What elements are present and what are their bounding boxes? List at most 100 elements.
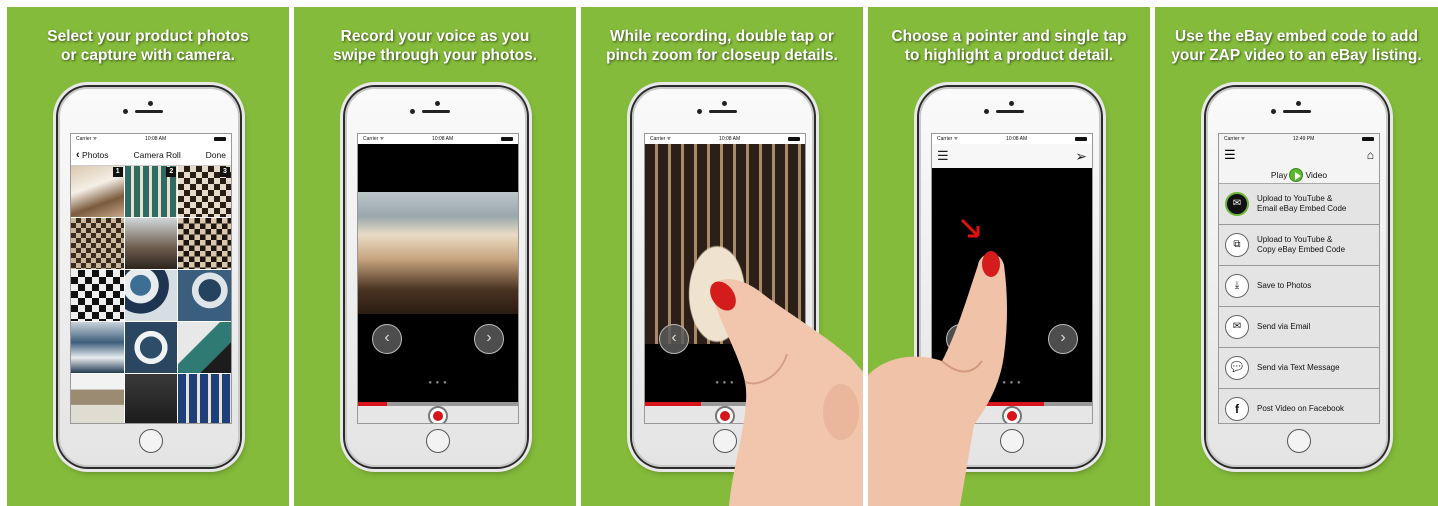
status-time: 10:08 AM (1006, 136, 1028, 142)
speaker-grille (1283, 110, 1311, 113)
caption-line: Choose a pointer and single tap (891, 28, 1127, 45)
menu-item-email-embed[interactable]: ✉ Upload to YouTube & Email eBay Embed Co… (1219, 184, 1379, 225)
video-photo (358, 192, 518, 314)
status-bar: Carrier ᯤ 12:49 PM (1219, 134, 1379, 144)
menu-item-label: Upload to YouTube & Email eBay Embed Code (1257, 194, 1347, 213)
menu-item-label: Save to Photos (1257, 281, 1312, 290)
caption-line: to highlight a product detail. (904, 47, 1114, 64)
menu-item-copy-embed[interactable]: ⧉ Upload to YouTube & Copy eBay Embed Cod… (1219, 225, 1379, 266)
caption-line: pinch zoom for closeup details. (606, 47, 838, 64)
home-button[interactable] (426, 429, 450, 453)
photo-thumbnail[interactable]: 1 (71, 166, 124, 217)
camera-dot (148, 101, 153, 106)
phone-screen: Carrier ᯤ 10:08 AM ‹ Photos Camera Roll … (70, 133, 232, 424)
photo-thumbnail[interactable] (71, 374, 124, 423)
record-button[interactable] (428, 406, 448, 423)
pointer-arrow-icon (960, 218, 980, 238)
photo-thumbnail[interactable] (71, 322, 124, 373)
panel-zoom-details: While recording, double tap or pinch zoo… (581, 7, 863, 506)
menu-item-send-text[interactable]: 💬 Send via Text Message (1219, 348, 1379, 389)
menu-icon[interactable]: ☰ (1224, 147, 1236, 163)
camera-dot (1009, 101, 1014, 106)
home-button[interactable] (139, 429, 163, 453)
panel-select-photos: Select your product photos or capture wi… (7, 7, 289, 506)
sensor-dot (1271, 109, 1276, 114)
status-bar: Carrier ᯤ 10:08 AM (645, 134, 805, 144)
facebook-icon: f (1225, 397, 1249, 421)
home-button[interactable] (713, 429, 737, 453)
photo-thumbnail[interactable] (124, 218, 178, 269)
record-button[interactable] (1002, 406, 1022, 423)
play-video-button[interactable]: Play Video (1219, 166, 1379, 184)
video-area: ‹ › ● ● ● (645, 144, 805, 402)
carrier-label: Carrier ᯤ (1224, 136, 1246, 142)
selection-badge: 2 (166, 167, 177, 177)
video-area: ‹ › ● ● ● (932, 168, 1092, 402)
phone-screen: Carrier ᯤ 12:49 PM ☰ ⌂ Play Video ✉ Uplo… (1218, 133, 1380, 424)
menu-icon[interactable]: ☰ (937, 148, 949, 164)
menu-item-label: Send via Email (1257, 322, 1311, 331)
caption-line: swipe through your photos. (332, 47, 538, 64)
control-bar (358, 406, 518, 423)
speaker-grille (135, 110, 163, 113)
record-button[interactable] (715, 406, 735, 423)
caption-line: While recording, double tap or (610, 28, 834, 45)
home-button[interactable] (1000, 429, 1024, 453)
chevron-left-icon: ‹ (958, 329, 964, 346)
home-icon[interactable]: ⌂ (1367, 148, 1374, 162)
photo-thumbnail[interactable] (124, 270, 178, 321)
previous-arrow-button[interactable]: ‹ (946, 324, 976, 354)
photo-thumbnail[interactable] (178, 374, 231, 423)
previous-arrow-button[interactable]: ‹ (372, 324, 402, 354)
photo-thumbnail[interactable]: 3 (178, 166, 231, 217)
speaker-grille (996, 110, 1024, 113)
caption-line: your ZAP video to an eBay listing. (1171, 47, 1422, 64)
status-time: 10:08 AM (432, 136, 454, 142)
menu-item-send-email[interactable]: ✉ Send via Email (1219, 307, 1379, 348)
done-button[interactable]: Done (206, 150, 226, 160)
phone-screen: Carrier ᯤ 10:08 AM ‹ › ● ● ● (644, 133, 806, 424)
battery-icon (788, 137, 800, 141)
panel-caption: While recording, double tap or pinch zoo… (581, 27, 863, 65)
status-time: 10:08 AM (145, 136, 167, 142)
photo-thumbnail[interactable] (178, 218, 231, 269)
email-embed-icon: ✉ (1225, 192, 1249, 216)
play-icon (1289, 167, 1304, 182)
selection-badge: 1 (112, 167, 123, 177)
menu-item-facebook[interactable]: f Post Video on Facebook (1219, 389, 1379, 423)
copy-embed-icon: ⧉ (1225, 233, 1249, 257)
back-photos-button[interactable]: ‹ Photos (76, 149, 109, 161)
download-icon: ⤓ (1225, 274, 1249, 298)
status-time: 10:08 AM (719, 136, 741, 142)
next-arrow-button[interactable]: › (474, 324, 504, 354)
carrier-label: Carrier ᯤ (76, 136, 98, 142)
status-bar: Carrier ᯤ 10:08 AM (932, 134, 1092, 144)
message-icon: 💬 (1225, 356, 1249, 380)
status-bar: Carrier ᯤ 10:08 AM (71, 134, 231, 144)
photo-thumbnail[interactable]: 2 (124, 166, 178, 217)
carrier-label: Carrier ᯤ (363, 136, 385, 142)
chevron-right-icon: › (486, 329, 492, 346)
previous-arrow-button[interactable]: ‹ (659, 324, 689, 354)
next-arrow-button[interactable]: › (761, 324, 791, 354)
battery-icon (1075, 137, 1087, 141)
photo-thumbnail[interactable] (124, 322, 178, 373)
carrier-label: Carrier ᯤ (650, 136, 672, 142)
photo-thumbnail[interactable] (71, 218, 124, 269)
panel-pointer: Choose a pointer and single tap to highl… (868, 7, 1150, 506)
battery-icon (214, 137, 226, 141)
home-button[interactable] (1287, 429, 1311, 453)
phone: Carrier ᯤ 10:08 AM ‹ Photos Camera Roll … (58, 87, 240, 467)
video-area: ‹ › ● ● ● (358, 144, 518, 402)
screenshot-strip: Select your product photos or capture wi… (0, 0, 1438, 506)
pointer-send-icon[interactable]: ➢ (1075, 148, 1087, 165)
photo-thumbnail[interactable] (71, 270, 124, 321)
photo-thumbnail[interactable] (178, 270, 231, 321)
page-dots: ● ● ● (428, 380, 448, 386)
next-arrow-button[interactable]: › (1048, 324, 1078, 354)
caption-line: Use the eBay embed code to add (1175, 28, 1418, 45)
video-photo (645, 144, 805, 344)
photo-thumbnail[interactable] (178, 322, 231, 373)
menu-item-save-photos[interactable]: ⤓ Save to Photos (1219, 266, 1379, 307)
photo-thumbnail[interactable] (124, 374, 178, 423)
